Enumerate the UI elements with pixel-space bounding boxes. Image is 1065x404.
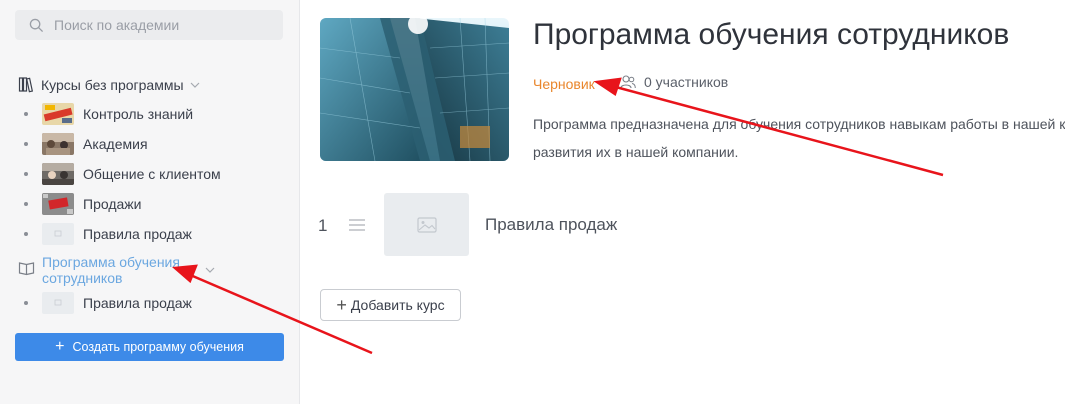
bullet [24, 202, 28, 206]
book-icon [18, 262, 35, 276]
bullet [24, 172, 28, 176]
course-thumbnail [42, 103, 74, 125]
group-label: Курсы без программы [41, 76, 184, 93]
course-thumbnail [42, 163, 74, 185]
drag-handle-icon[interactable] [348, 218, 366, 232]
course-thumbnail [42, 292, 74, 314]
sidebar-item-sales[interactable]: Продажи [24, 193, 141, 215]
program-label: Программа обучения сотрудников [42, 254, 180, 286]
description-line: Программа предназначена для обучения сот… [533, 116, 1065, 132]
bullet [24, 301, 28, 305]
program-cover-image [320, 18, 509, 161]
sidebar-program-item-sales-rules[interactable]: Правила продаж [24, 292, 192, 314]
sidebar-item-label: Правила продаж [83, 295, 192, 311]
group-courses-without-program[interactable]: Курсы без программы [18, 76, 200, 93]
search-input[interactable]: Поиск по академии [15, 10, 283, 40]
status-badge: Черновик [533, 76, 595, 92]
add-course-button[interactable]: + Добавить курс [320, 289, 461, 321]
sidebar-item-client-communication[interactable]: Общение с клиентом [24, 163, 221, 185]
course-thumbnail[interactable] [384, 193, 469, 256]
course-number: 1 [318, 216, 328, 235]
chevron-down-icon[interactable] [205, 265, 215, 275]
sidebar-item-sales-rules[interactable]: Правила продаж [24, 223, 192, 245]
create-program-button[interactable]: + Создать программу обучения [15, 333, 284, 361]
program-description: Программа предназначена для обучения сот… [533, 110, 1065, 166]
search-icon [29, 18, 44, 32]
add-course-label: Добавить курс [350, 297, 445, 313]
sidebar-item-knowledge-control[interactable]: Контроль знаний [24, 103, 193, 125]
sidebar: Поиск по академии Курсы без программы Ко… [0, 0, 300, 404]
sidebar-item-label: Продажи [83, 196, 142, 212]
library-icon [18, 77, 34, 93]
bullet [24, 112, 28, 116]
sidebar-item-label: Академия [83, 136, 148, 152]
plus-icon: + [55, 338, 65, 355]
bullet [24, 142, 28, 146]
image-placeholder-icon [416, 216, 437, 233]
bullet [24, 232, 28, 236]
create-program-label: Создать программу обучения [72, 340, 244, 354]
sidebar-item-label: Правила продаж [83, 226, 192, 242]
plus-icon: + [336, 295, 347, 315]
course-thumbnail [42, 133, 74, 155]
course-thumbnail [42, 223, 74, 245]
page-title: Программа обучения сотрудников [533, 18, 1010, 51]
description-line: развития их в нашей компании. [533, 144, 739, 160]
sidebar-item-label: Контроль знаний [83, 106, 194, 122]
participants-count[interactable]: 0 участников [620, 74, 728, 90]
sidebar-item-academy[interactable]: Академия [24, 133, 148, 155]
search-placeholder: Поиск по академии [54, 17, 180, 33]
participants-label: 0 участников [644, 74, 729, 90]
course-thumbnail [42, 193, 74, 215]
course-name[interactable]: Правила продаж [485, 215, 617, 235]
sidebar-item-label: Общение с клиентом [83, 166, 221, 182]
sidebar-program-active[interactable]: Программа обучения сотрудников [18, 254, 215, 286]
chevron-down-icon[interactable] [190, 80, 200, 90]
users-icon [620, 75, 636, 89]
